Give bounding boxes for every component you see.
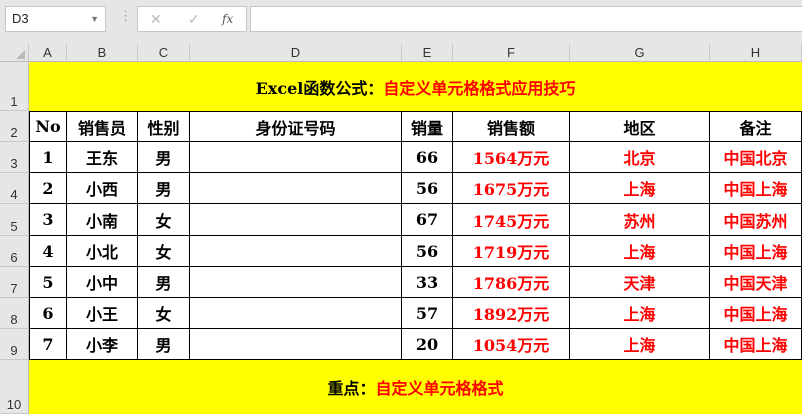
table-cell[interactable]: 1719万元: [453, 236, 570, 267]
column-header-g[interactable]: G: [570, 44, 710, 62]
column-header-h[interactable]: H: [710, 44, 802, 62]
row-header-4[interactable]: 4: [0, 173, 29, 204]
footer-prefix: 重点：: [327, 379, 376, 398]
table-cell[interactable]: 1054万元: [453, 329, 570, 360]
table-cell[interactable]: 男: [138, 267, 190, 298]
header-cell[interactable]: 销售员: [67, 111, 138, 142]
row-header-6[interactable]: 6: [0, 236, 29, 267]
table-cell[interactable]: 苏州: [570, 204, 710, 236]
table-cell[interactable]: 中国上海: [710, 298, 802, 329]
table-cell[interactable]: 小北: [67, 236, 138, 267]
table-cell[interactable]: 中国上海: [710, 173, 802, 204]
title-prefix: Excel函数公式：: [255, 78, 384, 98]
table-cell[interactable]: 1564万元: [453, 142, 570, 173]
header-cell[interactable]: 性别: [138, 111, 190, 142]
table-cell[interactable]: 4: [29, 236, 67, 267]
cancel-icon[interactable]: ✕: [150, 7, 162, 31]
column-header-e[interactable]: E: [402, 44, 453, 62]
table-cell[interactable]: 女: [138, 204, 190, 236]
table-cell[interactable]: 中国上海: [710, 236, 802, 267]
table-cell[interactable]: 57: [402, 298, 453, 329]
table-cell[interactable]: 天津: [570, 267, 710, 298]
table-cell[interactable]: 3: [29, 204, 67, 236]
table-cell[interactable]: 中国天津: [710, 267, 802, 298]
chevron-down-icon[interactable]: ▼: [90, 7, 99, 31]
header-cell[interactable]: 地区: [570, 111, 710, 142]
row-header-2[interactable]: 2: [0, 111, 29, 142]
table-cell[interactable]: 小南: [67, 204, 138, 236]
footer-cell[interactable]: 重点： 自定义单元格格式: [29, 360, 802, 414]
column-header-a[interactable]: A: [29, 44, 67, 62]
row-header-3[interactable]: 3: [0, 142, 29, 173]
table-cell[interactable]: 1786万元: [453, 267, 570, 298]
table-cell[interactable]: 1745万元: [453, 204, 570, 236]
insert-function-icon[interactable]: fx: [222, 7, 233, 31]
formula-bar-area: D3 ▼ ⋮ ✕ ✓ fx: [0, 0, 802, 44]
header-cell[interactable]: 销售额: [453, 111, 570, 142]
table-cell[interactable]: 56: [402, 173, 453, 204]
row-header-7[interactable]: 7: [0, 267, 29, 298]
column-header-b[interactable]: B: [67, 44, 138, 62]
table-cell[interactable]: 67: [402, 204, 453, 236]
table-cell[interactable]: 1892万元: [453, 298, 570, 329]
table-cell[interactable]: [190, 204, 402, 236]
table-cell[interactable]: 2: [29, 173, 67, 204]
column-header-f[interactable]: F: [453, 44, 570, 62]
table-cell[interactable]: 女: [138, 298, 190, 329]
table-cell[interactable]: [190, 236, 402, 267]
table-cell[interactable]: 5: [29, 267, 67, 298]
table-cell[interactable]: 1675万元: [453, 173, 570, 204]
row-header-10[interactable]: 10: [0, 360, 29, 414]
table-cell[interactable]: 女: [138, 236, 190, 267]
table-cell[interactable]: 上海: [570, 173, 710, 204]
row-header-9[interactable]: 9: [0, 329, 29, 360]
name-box-value: D3: [12, 11, 29, 26]
table-cell[interactable]: 7: [29, 329, 67, 360]
table-cell[interactable]: 王东: [67, 142, 138, 173]
formula-input[interactable]: [250, 6, 802, 32]
title-highlight: 自定义单元格格式应用技巧: [383, 78, 576, 98]
table-cell[interactable]: [190, 267, 402, 298]
table-cell[interactable]: 上海: [570, 329, 710, 360]
header-cell[interactable]: 销量: [402, 111, 453, 142]
table-cell[interactable]: 上海: [570, 236, 710, 267]
table-cell[interactable]: 小西: [67, 173, 138, 204]
table-cell[interactable]: 中国上海: [710, 329, 802, 360]
row-header-8[interactable]: 8: [0, 298, 29, 329]
table-cell[interactable]: 男: [138, 329, 190, 360]
table-cell[interactable]: 男: [138, 173, 190, 204]
footer-highlight: 自定义单元格格式: [375, 379, 504, 398]
table-cell[interactable]: 小李: [67, 329, 138, 360]
name-box[interactable]: D3 ▼: [5, 6, 106, 32]
table-cell[interactable]: 6: [29, 298, 67, 329]
row-header-1[interactable]: 1: [0, 62, 29, 111]
header-cell[interactable]: 身份证号码: [190, 111, 402, 142]
table-cell[interactable]: [190, 173, 402, 204]
table-cell[interactable]: 小王: [67, 298, 138, 329]
drag-handle-icon[interactable]: ⋮: [119, 8, 132, 24]
title-cell[interactable]: Excel函数公式： 自定义单元格格式应用技巧: [29, 62, 802, 111]
table-cell[interactable]: 小中: [67, 267, 138, 298]
table-cell[interactable]: 66: [402, 142, 453, 173]
column-header-c[interactable]: C: [138, 44, 190, 62]
table-cell[interactable]: 北京: [570, 142, 710, 173]
header-cell[interactable]: 备注: [710, 111, 802, 142]
table-cell[interactable]: 56: [402, 236, 453, 267]
table-cell[interactable]: [190, 142, 402, 173]
select-all-corner[interactable]: [0, 44, 29, 62]
table-cell[interactable]: [190, 298, 402, 329]
formula-buttons: ✕ ✓ fx: [137, 6, 247, 32]
table-cell[interactable]: [190, 329, 402, 360]
table-cell[interactable]: 中国北京: [710, 142, 802, 173]
column-header-d[interactable]: D: [190, 44, 402, 62]
table-cell[interactable]: 上海: [570, 298, 710, 329]
table-cell[interactable]: 20: [402, 329, 453, 360]
table-cell[interactable]: 1: [29, 142, 67, 173]
table-cell[interactable]: 中国苏州: [710, 204, 802, 236]
row-header-5[interactable]: 5: [0, 204, 29, 236]
table-cell[interactable]: 男: [138, 142, 190, 173]
header-cell[interactable]: No: [29, 111, 67, 142]
enter-icon[interactable]: ✓: [188, 7, 200, 31]
table-cell[interactable]: 33: [402, 267, 453, 298]
